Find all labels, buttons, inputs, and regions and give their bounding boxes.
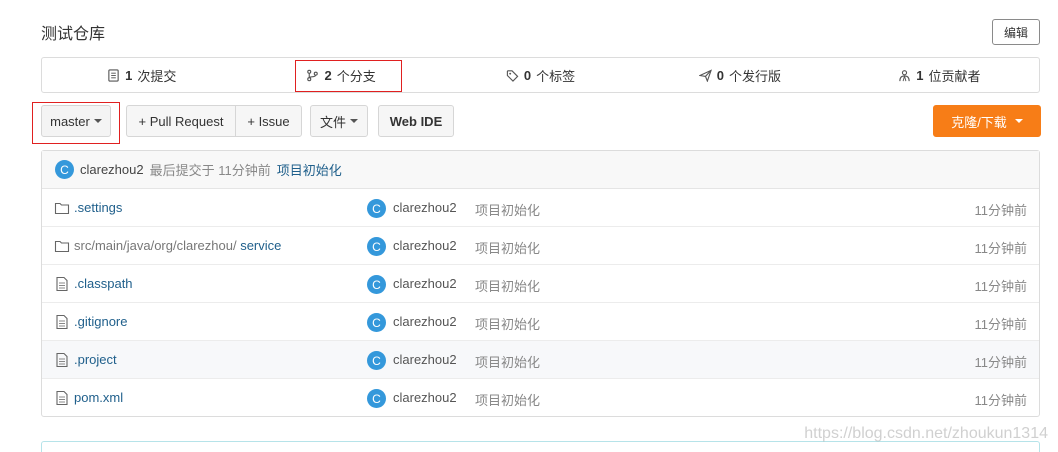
commit-author[interactable]: clarezhou2 — [393, 314, 457, 329]
stat-commits[interactable]: 1 次提交 — [42, 58, 241, 92]
commit-time: 11分钟前 — [974, 279, 1028, 294]
avatar[interactable]: C — [55, 160, 74, 179]
stat-contributors-label: 位贡献者 — [928, 68, 981, 84]
commit-message[interactable]: 项目初始化 — [475, 276, 540, 295]
file-name-link[interactable]: .gitignore — [74, 314, 127, 329]
file-icon — [56, 390, 68, 406]
folder-icon — [54, 240, 70, 253]
commit-author[interactable]: clarezhou2 — [80, 162, 144, 177]
release-icon — [698, 68, 712, 82]
stat-tags-label: 个标签 — [536, 68, 576, 84]
chevron-down-icon — [93, 119, 102, 123]
file-icon — [56, 314, 68, 330]
clone-download-button[interactable]: 克隆/下载 — [933, 105, 1041, 137]
commit-author[interactable]: clarezhou2 — [393, 352, 457, 367]
stat-branches-count: 2 — [324, 67, 332, 83]
repo-toolbar: master + Pull Request + Issue 文件 Web IDE… — [32, 102, 1041, 144]
table-row[interactable]: pom.xml C clarezhou2 项目初始化 11分钟前 — [42, 379, 1039, 417]
file-name-link[interactable]: pom.xml — [74, 390, 123, 405]
branch-select[interactable]: master — [41, 105, 111, 137]
stat-commits-label: 次提交 — [137, 68, 177, 84]
last-commit-bar: C clarezhou2 最后提交于 11分钟前 项目初始化 — [42, 151, 1039, 189]
commit-icon — [108, 68, 119, 82]
stat-contributors-count: 1 — [916, 67, 924, 83]
table-row[interactable]: src/main/java/org/clarezhou/ service C c… — [42, 227, 1039, 265]
commit-author[interactable]: clarezhou2 — [393, 390, 457, 405]
pull-request-button[interactable]: + Pull Request — [126, 105, 236, 137]
table-row[interactable]: .classpath C clarezhou2 项目初始化 11分钟前 — [42, 265, 1039, 303]
contributor-icon — [899, 69, 910, 81]
commit-message[interactable]: 项目初始化 — [475, 200, 540, 219]
commit-time: 11分钟前 — [974, 393, 1028, 408]
stat-releases-label: 个发行版 — [729, 68, 782, 84]
stat-commits-count: 1 — [125, 67, 133, 83]
stat-branches-label: 个分支 — [336, 68, 376, 84]
table-row[interactable]: .gitignore C clarezhou2 项目初始化 11分钟前 — [42, 303, 1039, 341]
file-list: C clarezhou2 最后提交于 11分钟前 项目初始化 .settings… — [41, 150, 1040, 417]
files-dropdown-label: 文件 — [319, 114, 346, 130]
commit-message[interactable]: 项目初始化 — [475, 238, 540, 257]
chevron-down-icon — [1014, 119, 1023, 123]
avatar[interactable]: C — [367, 351, 386, 370]
file-name-link[interactable]: src/main/java/org/clarezhou/ service — [74, 238, 281, 253]
stat-tags[interactable]: 0 个标签 — [441, 58, 640, 92]
files-dropdown[interactable]: 文件 — [310, 105, 368, 137]
issue-button[interactable]: + Issue — [235, 105, 302, 137]
commit-time: 11分钟前 — [974, 317, 1028, 332]
file-name-link[interactable]: .classpath — [74, 276, 133, 291]
avatar[interactable]: C — [367, 237, 386, 256]
repo-stats-bar: 1 次提交 2 个分支 0 个标签 0 个发行版 1 位贡献者 — [41, 57, 1040, 93]
file-name-link[interactable]: .project — [74, 352, 117, 367]
repo-title: 测试仓库 — [41, 26, 106, 43]
tag-icon — [506, 69, 519, 82]
file-icon — [56, 276, 68, 292]
stat-releases-count: 0 — [716, 67, 725, 83]
file-name-link[interactable]: .settings — [74, 200, 122, 215]
stat-tags-count: 0 — [523, 67, 532, 83]
branch-icon — [307, 69, 319, 81]
avatar[interactable]: C — [367, 313, 386, 332]
commit-time: 11分钟前 — [974, 203, 1028, 218]
chevron-down-icon — [350, 119, 358, 123]
edit-button[interactable]: 编辑 — [992, 19, 1040, 45]
commit-author[interactable]: clarezhou2 — [393, 200, 457, 215]
watermark: https://blog.csdn.net/zhoukun1314 — [804, 425, 1048, 442]
web-ide-button[interactable]: Web IDE — [378, 105, 454, 137]
commit-time: 11分钟前 — [974, 355, 1028, 370]
avatar[interactable]: C — [367, 199, 386, 218]
commit-message[interactable]: 项目初始化 — [475, 390, 540, 409]
stat-releases[interactable]: 0 个发行版 — [640, 58, 839, 92]
commit-author[interactable]: clarezhou2 — [393, 276, 457, 291]
commit-time: 11分钟前 — [974, 241, 1028, 256]
avatar[interactable]: C — [367, 389, 386, 408]
commit-message-link[interactable]: 项目初始化 — [277, 160, 342, 179]
stat-contributors[interactable]: 1 位贡献者 — [840, 58, 1039, 92]
stat-branches[interactable]: 2 个分支 — [241, 58, 440, 92]
avatar[interactable]: C — [367, 275, 386, 294]
commit-message[interactable]: 项目初始化 — [475, 314, 540, 333]
table-row[interactable]: .settings C clarezhou2 项目初始化 11分钟前 — [42, 189, 1039, 227]
file-icon — [56, 352, 68, 368]
branch-select-label: master — [50, 113, 90, 129]
table-row[interactable]: .project C clarezhou2 项目初始化 11分钟前 — [42, 341, 1039, 379]
clone-download-label: 克隆/下载 — [951, 114, 1007, 130]
commit-message[interactable]: 项目初始化 — [475, 352, 540, 371]
folder-icon — [54, 202, 70, 215]
commit-author[interactable]: clarezhou2 — [393, 238, 457, 253]
commit-meta: 最后提交于 11分钟前 — [149, 163, 271, 178]
